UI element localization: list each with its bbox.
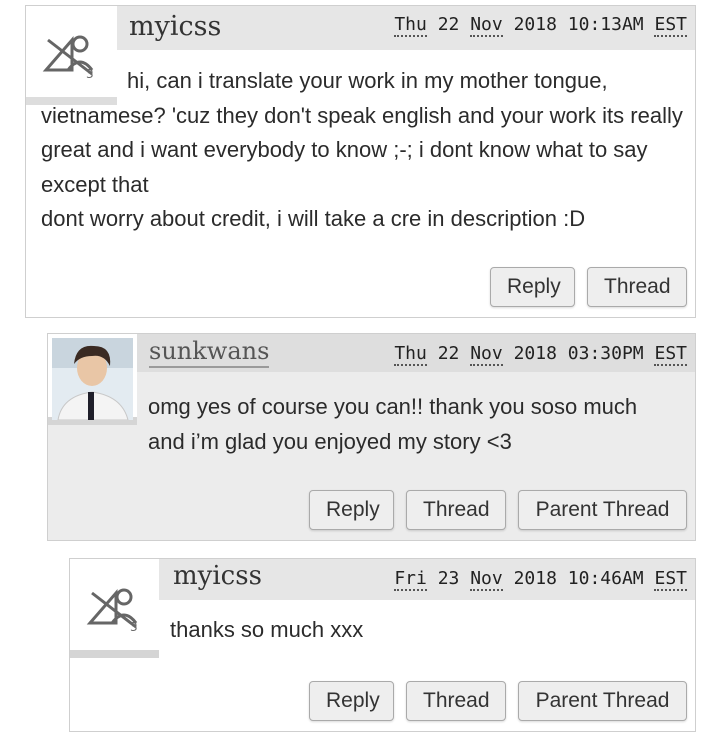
comment-datetime: Fri 23 Nov 2018 10:46AM EST: [394, 568, 687, 591]
day: 22: [437, 14, 460, 35]
comment-body: hi, can i translate your work in my moth…: [41, 64, 685, 237]
day: 22: [437, 343, 460, 364]
comment-actions: Reply Thread: [490, 267, 687, 307]
reply-button[interactable]: Reply: [309, 490, 394, 530]
comment-datetime: Thu 22 Nov 2018 10:13AM EST: [394, 14, 687, 37]
comment-body: thanks so much xxx: [170, 613, 685, 648]
time: 10:46AM: [567, 568, 644, 589]
timezone-link[interactable]: EST: [654, 343, 687, 366]
comment-line: and i’m glad you enjoyed my story <3: [148, 428, 512, 454]
user-photo: [52, 338, 133, 420]
weekday-link[interactable]: Thu: [394, 14, 427, 37]
time: 03:30PM: [567, 343, 644, 364]
weekday-link[interactable]: Fri: [394, 568, 427, 591]
comment-1: 3 myicss Thu 22 Nov 2018 10:13AM EST hi,…: [25, 5, 696, 318]
comment-3: 3 myicss Fri 23 Nov 2018 10:46AM EST tha…: [69, 558, 696, 732]
day: 23: [437, 568, 460, 589]
weekday-link[interactable]: Thu: [394, 343, 427, 366]
timezone-link[interactable]: EST: [654, 568, 687, 591]
time: 10:13AM: [567, 14, 644, 35]
month-link[interactable]: Nov: [470, 14, 503, 37]
thread-button[interactable]: Thread: [406, 490, 506, 530]
timezone-link[interactable]: EST: [654, 14, 687, 37]
reply-button[interactable]: Reply: [309, 681, 394, 721]
thread-button[interactable]: Thread: [587, 267, 687, 307]
comment-actions: Reply Thread Parent Thread: [309, 681, 687, 721]
thread-button[interactable]: Thread: [406, 681, 506, 721]
svg-text:3: 3: [130, 620, 138, 633]
comment-line: omg yes of course you can!! thank you so…: [148, 394, 638, 419]
username-link[interactable]: myicss: [129, 11, 221, 42]
comment-line: thanks so much xxx: [170, 617, 364, 642]
parent-thread-button[interactable]: Parent Thread: [518, 490, 687, 530]
avatar[interactable]: 3: [70, 559, 159, 658]
comment-header: myicss Thu 22 Nov 2018 10:13AM EST: [117, 6, 695, 50]
comment-line: hi, can i translate your work in my moth…: [41, 68, 683, 197]
reply-button[interactable]: Reply: [490, 267, 575, 307]
comment-header: myicss Fri 23 Nov 2018 10:46AM EST: [159, 559, 695, 600]
parent-thread-button[interactable]: Parent Thread: [518, 681, 687, 721]
username-link[interactable]: myicss: [173, 561, 262, 591]
comment-2: sunkwans Thu 22 Nov 2018 03:30PM EST omg…: [47, 333, 696, 541]
comment-datetime: Thu 22 Nov 2018 03:30PM EST: [394, 343, 687, 366]
year: 2018: [513, 14, 557, 35]
comment-body: omg yes of course you can!! thank you so…: [148, 390, 685, 459]
default-userpic-icon: 3: [86, 588, 138, 633]
comment-header: sunkwans Thu 22 Nov 2018 03:30PM EST: [137, 334, 695, 372]
month-link[interactable]: Nov: [470, 568, 503, 591]
avatar[interactable]: [48, 334, 137, 425]
year: 2018: [513, 343, 557, 364]
comment-line: dont worry about credit, i will take a c…: [41, 206, 586, 231]
year: 2018: [513, 568, 557, 589]
month-link[interactable]: Nov: [470, 343, 503, 366]
comment-actions: Reply Thread Parent Thread: [309, 490, 687, 530]
username-link[interactable]: sunkwans: [149, 337, 270, 368]
